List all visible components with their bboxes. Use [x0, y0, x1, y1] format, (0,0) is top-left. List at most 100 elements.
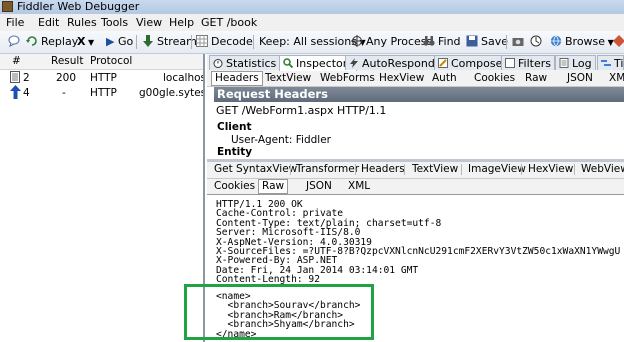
- toolbar-divider: [191, 35, 192, 49]
- menu-file[interactable]: File: [6, 15, 24, 30]
- session-list-header: # Result Protocol: [0, 54, 203, 70]
- response-tab-raw[interactable]: Raw: [258, 179, 289, 194]
- speech-bubble-icon: [8, 35, 20, 47]
- play-icon: ▶: [106, 35, 118, 48]
- session-row[interactable]: 2 200 HTTP localhost: [0, 71, 203, 86]
- tab-composer[interactable]: Composer: [434, 55, 511, 70]
- request-headers-title: Request Headers: [214, 87, 624, 102]
- response-tab-hexview[interactable]: HexView: [525, 162, 576, 177]
- stream-button[interactable]: Stream: [142, 34, 197, 50]
- response-raw-headers: HTTP/1.1 200 OK Cache-Control: private C…: [216, 199, 621, 286]
- response-tab-strip-row1: Get SyntaxView Transformer Headers TextV…: [207, 162, 624, 179]
- session-protocol: HTTP: [90, 87, 117, 99]
- session-protocol: HTTP: [90, 72, 117, 84]
- column-header-result[interactable]: Result: [51, 55, 83, 67]
- tab-filters[interactable]: Filters: [501, 55, 555, 70]
- any-process-button[interactable]: Any Process: [351, 34, 432, 50]
- log-document-icon: [559, 58, 569, 68]
- go-button[interactable]: ▶ Go: [106, 34, 133, 50]
- replay-button[interactable]: Replay: [26, 34, 78, 50]
- response-tab-imageview[interactable]: ImageView: [465, 162, 529, 177]
- request-line: GET /WebForm1.aspx HTTP/1.1: [216, 104, 387, 117]
- response-tab-cookies[interactable]: Cookies: [211, 179, 258, 194]
- user-agent-header: User-Agent: Fiddler: [231, 134, 331, 146]
- binoculars-icon: [423, 36, 435, 46]
- session-result: -: [62, 87, 66, 99]
- save-button[interactable]: Save: [466, 34, 508, 50]
- menu-bar: File Edit Rules Tools View Help GET /boo…: [0, 14, 624, 31]
- menu-rules[interactable]: Rules: [67, 15, 97, 30]
- clear-cache-button[interactable]: [613, 34, 624, 50]
- request-tab-auth[interactable]: Auth: [429, 71, 460, 86]
- stopwatch-icon: [213, 59, 223, 68]
- tab-timeline[interactable]: Ti: [597, 55, 624, 70]
- menu-view[interactable]: View: [136, 15, 162, 30]
- tab-statistics[interactable]: Statistics: [209, 55, 281, 70]
- window-title: Fiddler Web Debugger: [17, 0, 140, 13]
- title-bar: Fiddler Web Debugger: [0, 0, 624, 14]
- crosshair-icon: [351, 35, 363, 47]
- browse-button[interactable]: Browse ▼: [550, 34, 614, 50]
- stream-arrow-icon: [143, 35, 153, 47]
- request-tab-hexview[interactable]: HexView: [376, 71, 427, 86]
- magnifier-icon: [283, 58, 293, 68]
- clock-icon: [530, 35, 542, 47]
- response-tab-syntaxview[interactable]: Get SyntaxView: [211, 162, 300, 177]
- menu-help[interactable]: Help: [169, 15, 194, 30]
- fiddler-app-icon: [2, 1, 13, 12]
- session-result: 200: [56, 72, 77, 84]
- comment-button[interactable]: [8, 34, 23, 50]
- session-list: # Result Protocol 2 200 HTTP localhost 4…: [0, 54, 205, 342]
- session-number: 4: [23, 87, 30, 99]
- find-button[interactable]: Find: [423, 34, 461, 50]
- response-tab-textview[interactable]: TextView: [409, 162, 461, 177]
- remove-button[interactable]: X ▼: [77, 34, 94, 50]
- tab-divider: [290, 164, 291, 175]
- highlight-box: [184, 284, 374, 340]
- document-icon: [10, 71, 20, 86]
- main-tab-strip: Statistics Inspectors AutoResponder Comp…: [207, 54, 624, 72]
- tab-divider: [461, 164, 462, 175]
- request-tab-textview[interactable]: TextView: [262, 71, 314, 86]
- session-host: g00gle.sytes.ne: [139, 87, 203, 99]
- response-tab-xml[interactable]: XML: [345, 179, 373, 194]
- response-tab-webview[interactable]: WebView: [578, 162, 624, 177]
- tab-divider: [521, 164, 522, 175]
- timer-button[interactable]: [530, 34, 545, 50]
- request-tab-raw[interactable]: Raw: [522, 71, 550, 86]
- request-tab-webforms[interactable]: WebForms: [317, 71, 378, 86]
- tab-divider: [355, 164, 356, 175]
- request-tab-headers[interactable]: Headers: [211, 71, 263, 86]
- session-number: 2: [23, 72, 30, 84]
- column-header-number[interactable]: #: [12, 55, 21, 67]
- header-group-client[interactable]: Client: [217, 121, 252, 133]
- menu-get-book[interactable]: GET /book: [201, 15, 257, 30]
- menu-tools[interactable]: Tools: [101, 15, 128, 30]
- toolbar-divider: [253, 35, 254, 49]
- tab-divider: [404, 164, 405, 175]
- request-tab-json[interactable]: JSON: [564, 71, 596, 86]
- keep-sessions-dropdown[interactable]: Keep: All sessions ▼: [259, 34, 366, 50]
- session-row[interactable]: 4 - HTTP g00gle.sytes.ne: [0, 85, 203, 102]
- response-tab-json[interactable]: JSON: [303, 179, 335, 194]
- column-header-protocol[interactable]: Protocol: [90, 55, 132, 67]
- response-tab-strip-row2: Cookies Raw JSON XML: [207, 179, 624, 195]
- response-tab-headers[interactable]: Headers: [358, 162, 408, 177]
- menu-edit[interactable]: Edit: [38, 15, 59, 30]
- toolbar-divider: [506, 35, 507, 49]
- replay-icon: [26, 36, 37, 46]
- request-tab-xml[interactable]: XML: [606, 71, 624, 86]
- upload-arrow-icon: [10, 85, 21, 102]
- diamond-icon: [613, 35, 624, 47]
- tab-log[interactable]: Log: [555, 55, 596, 70]
- decode-button[interactable]: Decode: [196, 34, 253, 50]
- toolbar: Replay X ▼ ▶ Go Stream Decode Keep: All …: [0, 31, 624, 54]
- tab-divider: [574, 164, 575, 175]
- checkbox-icon: [505, 58, 515, 68]
- request-tab-cookies[interactable]: Cookies: [471, 71, 518, 86]
- header-group-entity[interactable]: Entity: [217, 146, 252, 158]
- globe-icon: [550, 35, 562, 47]
- response-tab-transformer[interactable]: Transformer: [293, 162, 362, 177]
- decode-grid-icon: [196, 35, 208, 47]
- screenshot-button[interactable]: [512, 34, 527, 50]
